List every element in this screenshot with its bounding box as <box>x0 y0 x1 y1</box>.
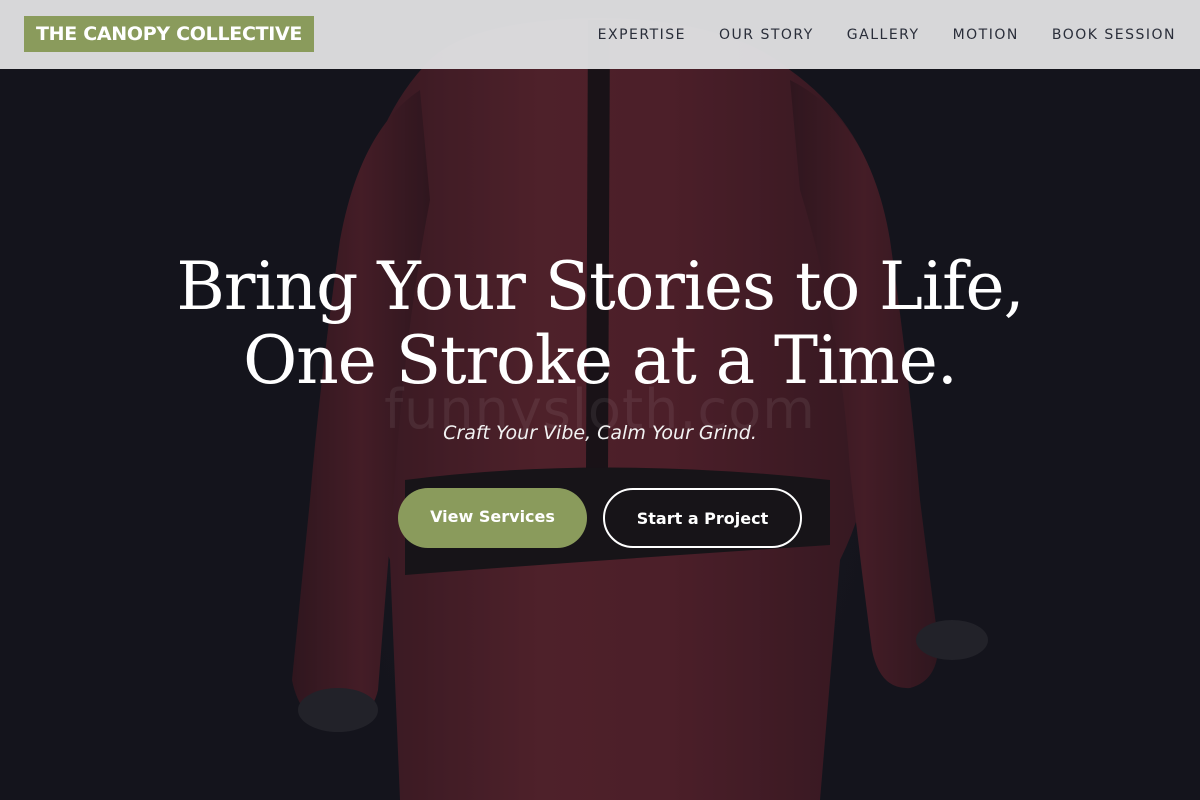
main-nav: EXPERTISE OUR STORY GALLERY MOTION BOOK … <box>598 0 1176 69</box>
start-project-button[interactable]: Start a Project <box>603 488 802 548</box>
hero-title-line-1: Bring Your Stories to Life, <box>176 248 1024 325</box>
view-services-button[interactable]: View Services <box>398 488 587 548</box>
site-logo[interactable]: THE CANOPY COLLECTIVE <box>24 16 315 52</box>
hero-title: Bring Your Stories to Life, One Stroke a… <box>0 250 1200 398</box>
nav-link-our-story[interactable]: OUR STORY <box>719 27 814 43</box>
hero-tagline: Craft Your Vibe, Calm Your Grind. <box>443 422 757 444</box>
nav-link-gallery[interactable]: GALLERY <box>847 27 920 43</box>
nav-link-expertise[interactable]: EXPERTISE <box>598 27 686 43</box>
site-header: THE CANOPY COLLECTIVE EXPERTISE OUR STOR… <box>0 0 1200 69</box>
hero-section: Bring Your Stories to Life, One Stroke a… <box>0 0 1200 800</box>
nav-link-book-session[interactable]: BOOK SESSION <box>1052 27 1176 43</box>
nav-link-motion[interactable]: MOTION <box>953 27 1019 43</box>
